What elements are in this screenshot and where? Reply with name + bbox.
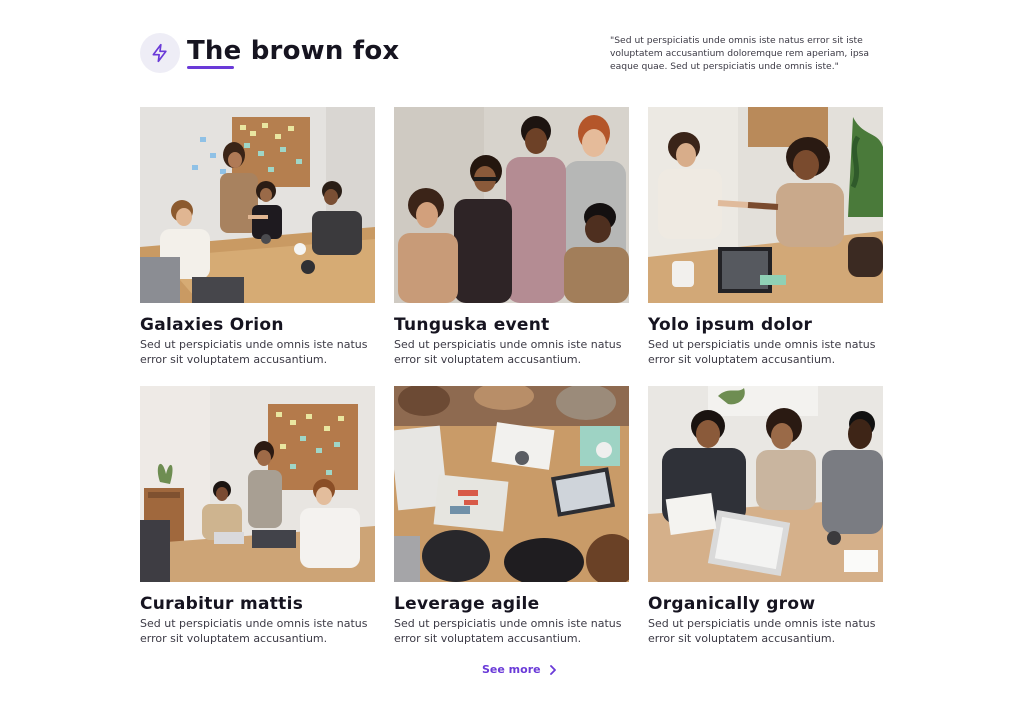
- card[interactable]: Leverage agile Sed ut perspiciatis unde …: [394, 386, 629, 646]
- logo[interactable]: [140, 33, 180, 73]
- chevron-right-icon[interactable]: [549, 664, 557, 675]
- card[interactable]: Yolo ipsum dolor Sed ut perspiciatis und…: [648, 107, 883, 367]
- card-description: Sed ut perspiciatis unde omnis iste natu…: [140, 338, 368, 366]
- page-header: The brown fox "Sed ut perspiciatis unde …: [140, 33, 884, 83]
- card-title[interactable]: Curabitur mattis: [140, 593, 375, 615]
- card-description: Sed ut perspiciatis unde omnis iste natu…: [394, 617, 622, 645]
- card[interactable]: Curabitur mattis Sed ut perspiciatis und…: [140, 386, 375, 646]
- card-image[interactable]: [648, 386, 883, 582]
- card-title[interactable]: Organically grow: [648, 593, 883, 615]
- see-more-label[interactable]: See more: [482, 663, 541, 676]
- header-quote: "Sed ut perspiciatis unde omnis iste nat…: [610, 35, 870, 72]
- card-image[interactable]: [394, 386, 629, 582]
- card-image[interactable]: [140, 107, 375, 303]
- card[interactable]: Galaxies Orion Sed ut perspiciatis unde …: [140, 107, 375, 367]
- see-more-link[interactable]: See more: [482, 663, 557, 676]
- card-title[interactable]: Tunguska event: [394, 314, 629, 336]
- card-title[interactable]: Galaxies Orion: [140, 314, 375, 336]
- page-title: The brown fox: [187, 36, 400, 66]
- card-description: Sed ut perspiciatis unde omnis iste natu…: [140, 617, 368, 645]
- card-description: Sed ut perspiciatis unde omnis iste natu…: [648, 617, 876, 645]
- card-title[interactable]: Yolo ipsum dolor: [648, 314, 883, 336]
- card-description: Sed ut perspiciatis unde omnis iste natu…: [394, 338, 622, 366]
- card-image[interactable]: [648, 107, 883, 303]
- card-title[interactable]: Leverage agile: [394, 593, 629, 615]
- card-description: Sed ut perspiciatis unde omnis iste natu…: [648, 338, 876, 366]
- card-image[interactable]: [140, 386, 375, 582]
- card[interactable]: Tunguska event Sed ut perspiciatis unde …: [394, 107, 629, 367]
- card[interactable]: Organically grow Sed ut perspiciatis und…: [648, 386, 883, 646]
- lightning-bolt-icon: [152, 43, 167, 63]
- title-underline: [187, 66, 234, 69]
- card-image[interactable]: [394, 107, 629, 303]
